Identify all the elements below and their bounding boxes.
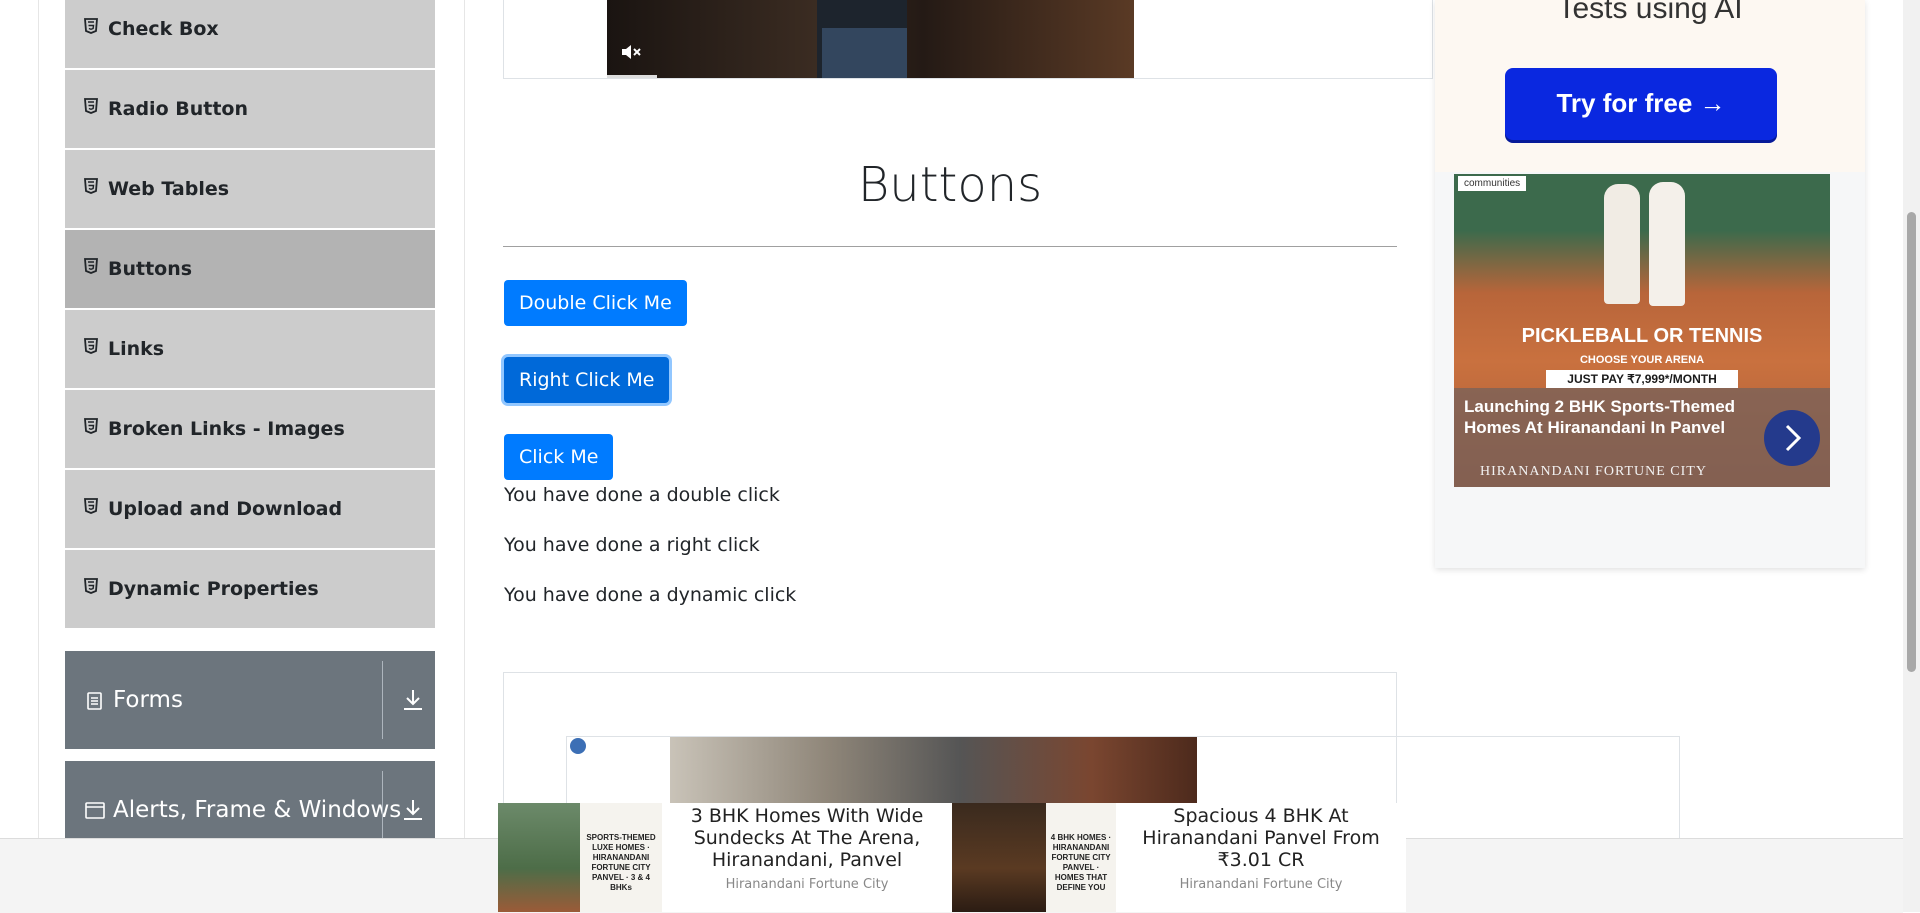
menu-item-label: Radio Button xyxy=(108,98,248,120)
video-person-legs xyxy=(822,28,907,78)
elements-menu-list: Check Box Radio Button Web Tables Button… xyxy=(65,0,435,630)
menu-item-broken-links[interactable]: Broken Links - Images xyxy=(65,390,435,468)
menu-item-label: Upload and Download xyxy=(108,498,343,520)
dynamic-click-message: You have done a dynamic click xyxy=(504,584,797,606)
left-panel: Check Box Radio Button Web Tables Button… xyxy=(0,0,465,859)
panel-border-right xyxy=(464,0,465,840)
ad-thumbnail: 4 BHK HOMES · HIRANANDANI FORTUNE CITY P… xyxy=(1046,803,1116,912)
ad-footer: HIRANANDANI FORTUNE CITY xyxy=(1480,464,1707,479)
right-click-message: You have done a right click xyxy=(504,534,760,556)
menu-item-label: Broken Links - Images xyxy=(108,418,345,440)
ad-headline: PICKLEBALL OR TENNIS xyxy=(1521,325,1763,347)
menu-item-label: Links xyxy=(108,338,165,360)
video-progress-bar[interactable] xyxy=(607,75,657,78)
ad-top-title: Tests using AI xyxy=(1557,0,1743,25)
menu-item-radio-button[interactable]: Radio Button xyxy=(65,70,435,148)
menu-item-web-tables[interactable]: Web Tables xyxy=(65,150,435,228)
double-click-message: You have done a double click xyxy=(504,484,780,506)
ad-subheadline: CHOOSE YOUR ARENA xyxy=(1579,354,1705,366)
page-title: Buttons xyxy=(857,157,1043,213)
menu-item-check-box[interactable]: Check Box xyxy=(65,0,435,68)
menu-item-dynamic-properties[interactable]: Dynamic Properties xyxy=(65,550,435,628)
try-for-free-button[interactable]: Try for free → xyxy=(1505,68,1777,140)
right-ad-panel: Tests using AI Try for free → communitie… xyxy=(1435,0,1865,568)
ad-person xyxy=(1604,184,1640,304)
video-ad[interactable] xyxy=(607,0,1134,78)
menu-item-upload-download[interactable]: Upload and Download xyxy=(65,470,435,548)
double-click-button[interactable]: Double Click Me xyxy=(504,280,687,326)
window-icon xyxy=(85,802,105,819)
title-divider xyxy=(503,246,1397,247)
html5-icon xyxy=(84,578,98,594)
ad-price-tag: JUST PAY ₹7,999*/MONTH xyxy=(1546,370,1738,388)
ad-thumbnail: SPORTS-THEMED LUXE HOMES · HIRANANDANI F… xyxy=(580,803,662,912)
bottom-ad-card[interactable]: 4 BHK HOMES · HIRANANDANI FORTUNE CITY P… xyxy=(952,803,1406,912)
panel-border-left xyxy=(38,0,39,840)
html5-icon xyxy=(84,498,98,514)
ad-card-source: Hiranandani Fortune City xyxy=(1179,877,1343,892)
ad-thumbnail-text: SPORTS-THEMED LUXE HOMES · HIRANANDANI F… xyxy=(586,833,656,892)
download-arrow-icon[interactable] xyxy=(401,797,425,823)
click-me-button[interactable]: Click Me xyxy=(504,434,614,480)
mute-icon[interactable] xyxy=(619,42,643,62)
html5-icon xyxy=(84,18,98,34)
menu-item-links[interactable]: Links xyxy=(65,310,435,388)
ad-brand-logo: communities xyxy=(1458,176,1527,191)
menu-item-label: Dynamic Properties xyxy=(108,578,319,600)
group-header-forms[interactable]: Forms xyxy=(65,651,435,749)
html5-icon xyxy=(84,258,98,274)
scrollbar-thumb[interactable] xyxy=(1907,212,1916,672)
html5-icon xyxy=(84,418,98,434)
ad-card-title: Spacious 4 BHK At Hiranandani Panvel Fro… xyxy=(1142,805,1380,871)
download-arrow-icon[interactable] xyxy=(401,687,425,713)
page-scrollbar[interactable] xyxy=(1903,0,1920,912)
ad-thumbnail xyxy=(498,803,580,912)
html5-icon xyxy=(84,338,98,354)
ad-person xyxy=(1649,182,1685,306)
ad-thumbnail xyxy=(952,803,1046,912)
menu-item-label: Buttons xyxy=(108,258,193,280)
right-click-button[interactable]: Right Click Me xyxy=(504,357,670,403)
menu-item-label: Web Tables xyxy=(108,178,230,200)
ad-top-section: Tests using AI Try for free → xyxy=(1435,0,1865,172)
menu-item-buttons[interactable]: Buttons xyxy=(65,230,435,308)
document-icon xyxy=(87,692,102,710)
chevron-right-icon xyxy=(1785,424,1802,452)
html5-icon xyxy=(84,98,98,114)
ad-privacy-icon[interactable] xyxy=(570,738,586,754)
ad-card-source: Hiranandani Fortune City xyxy=(725,877,889,892)
ad-next-button[interactable] xyxy=(1764,410,1820,466)
ad-image[interactable]: communities PICKLEBALL OR TENNIS CHOOSE … xyxy=(1454,174,1830,487)
group-header-label: Alerts, Frame & Windows xyxy=(113,797,402,823)
group-header-label: Forms xyxy=(113,687,183,713)
divider xyxy=(382,661,383,739)
html5-icon xyxy=(84,178,98,194)
ad-thumbnail-text: 4 BHK HOMES · HIRANANDANI FORTUNE CITY P… xyxy=(1050,833,1112,892)
ad-card-title: 3 BHK Homes With Wide Sundecks At The Ar… xyxy=(690,805,924,871)
menu-item-label: Check Box xyxy=(108,18,219,40)
ad-description: Launching 2 BHK Sports-Themed Homes At H… xyxy=(1464,397,1736,437)
bottom-ad-card[interactable]: SPORTS-THEMED LUXE HOMES · HIRANANDANI F… xyxy=(498,803,952,912)
